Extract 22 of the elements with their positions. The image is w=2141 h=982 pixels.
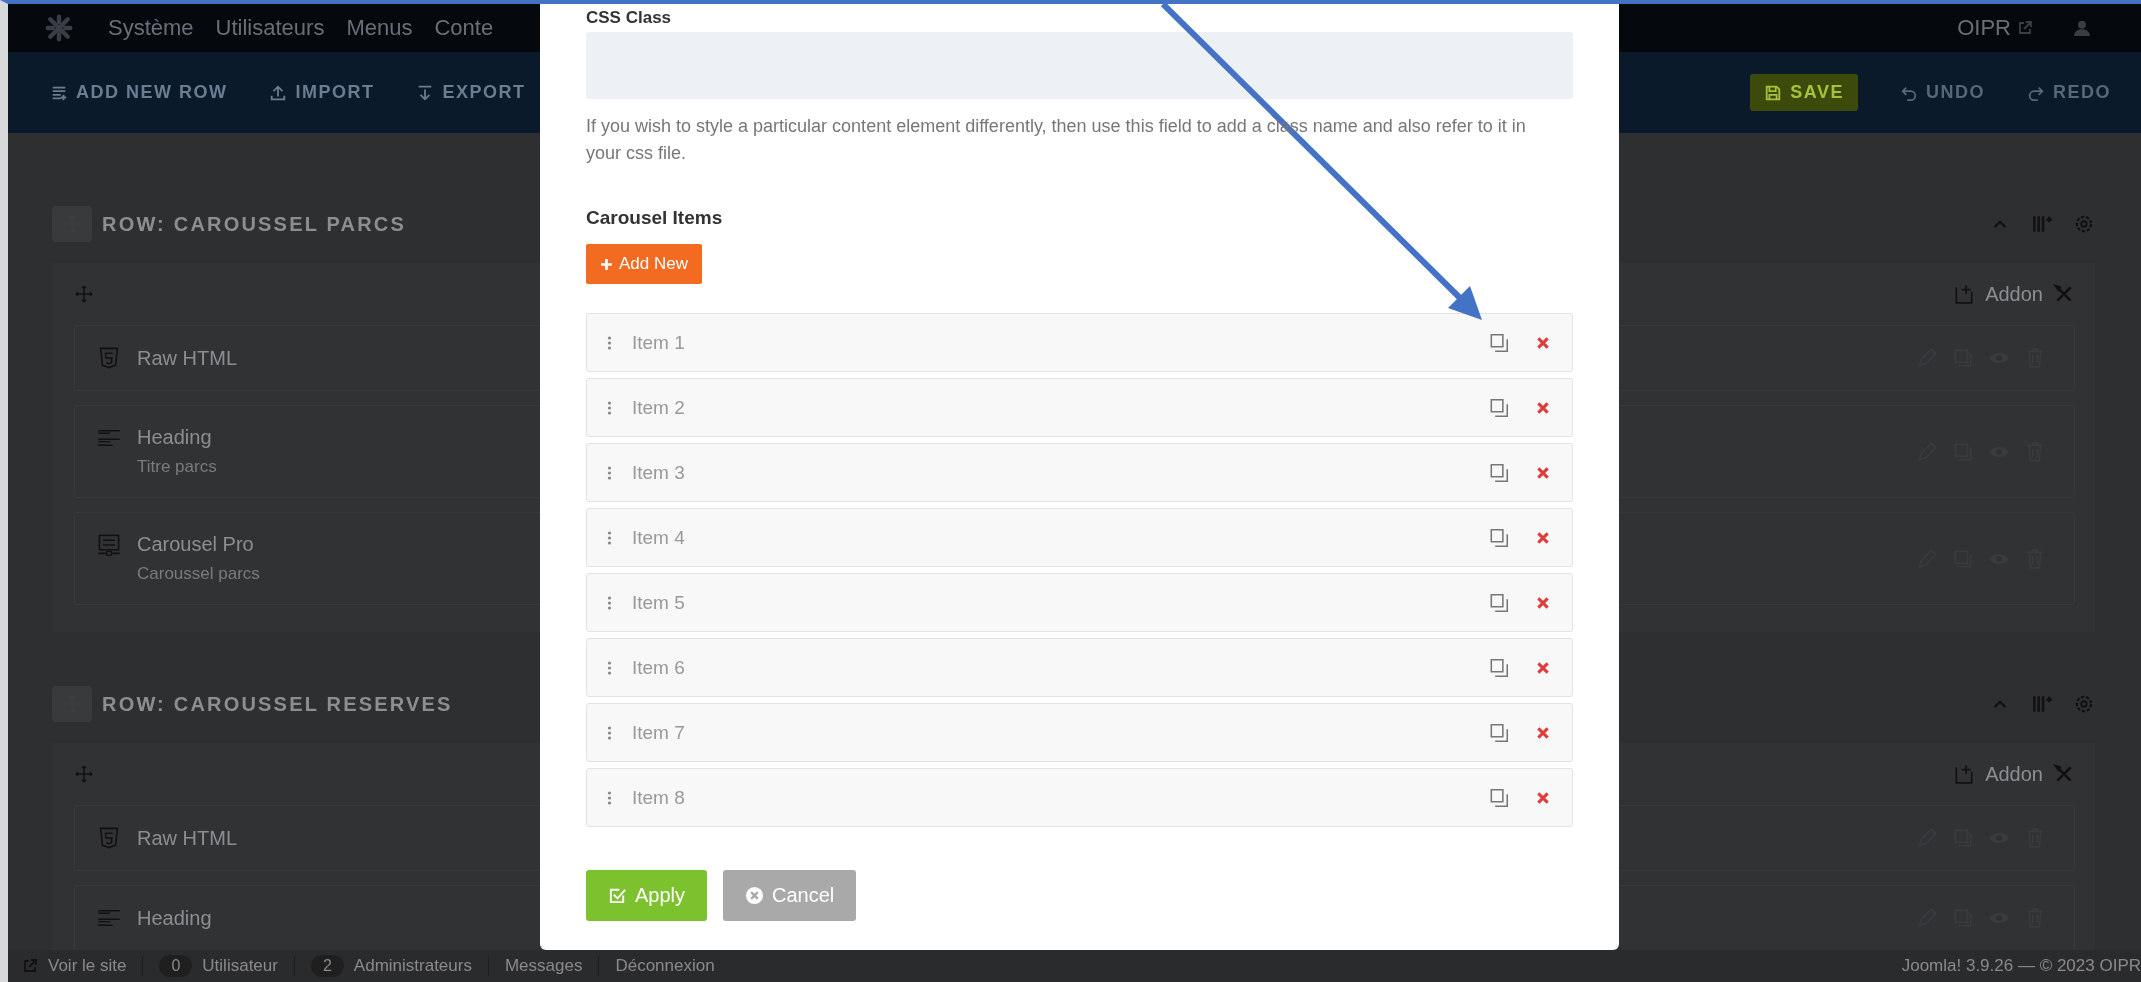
addon-name: Carousel Pro <box>137 533 255 556</box>
addon-name: Raw HTML <box>137 346 237 370</box>
item-label: Item 1 <box>632 331 685 354</box>
item-label: Item 4 <box>632 526 685 549</box>
item-label: Item 5 <box>632 591 685 614</box>
count-badge: 2 <box>310 955 344 977</box>
item-label: Item 7 <box>632 721 685 744</box>
version-text: Joomla! 3.9.26 — © 2023 OIPR <box>1901 956 2141 976</box>
item-label: Item 8 <box>632 786 685 809</box>
item-label: Item 2 <box>632 396 685 419</box>
field-label: CSS Class <box>586 8 673 28</box>
count-badge: 0 <box>159 955 193 977</box>
item-label: Item 6 <box>632 656 685 679</box>
section-title: Carousel Items <box>586 207 724 229</box>
row-title: ROW: CAROUSSEL RESERVES <box>102 692 453 716</box>
addon-name: Heading <box>137 906 212 930</box>
row-title: ROW: CAROUSSEL PARCS <box>102 212 407 236</box>
addon-subtitle: Titre parcs <box>137 457 217 477</box>
addon-name: Raw HTML <box>137 826 237 850</box>
item-label: Item 3 <box>632 461 685 484</box>
addon-name: Heading <box>137 426 213 449</box>
addon-subtitle: Caroussel parcs <box>137 564 260 584</box>
